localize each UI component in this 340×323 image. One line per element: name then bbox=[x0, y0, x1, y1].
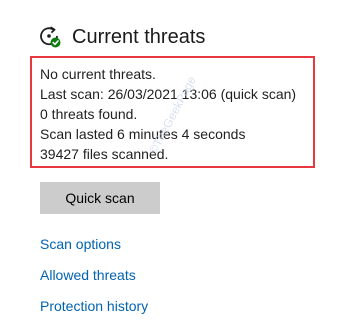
allowed-threats-link[interactable]: Allowed threats bbox=[40, 267, 136, 283]
scan-options-link[interactable]: Scan options bbox=[40, 236, 121, 252]
current-threats-header: Current threats bbox=[38, 22, 205, 52]
quick-scan-button[interactable]: Quick scan bbox=[40, 182, 160, 214]
status-summary: No current threats. bbox=[40, 66, 156, 82]
protection-history-link[interactable]: Protection history bbox=[40, 298, 148, 314]
scan-duration: Scan lasted 6 minutes 4 seconds bbox=[40, 126, 246, 142]
refresh-shield-icon bbox=[38, 25, 62, 49]
page-title: Current threats bbox=[72, 25, 206, 48]
files-scanned-count: 39427 files scanned. bbox=[40, 146, 169, 162]
